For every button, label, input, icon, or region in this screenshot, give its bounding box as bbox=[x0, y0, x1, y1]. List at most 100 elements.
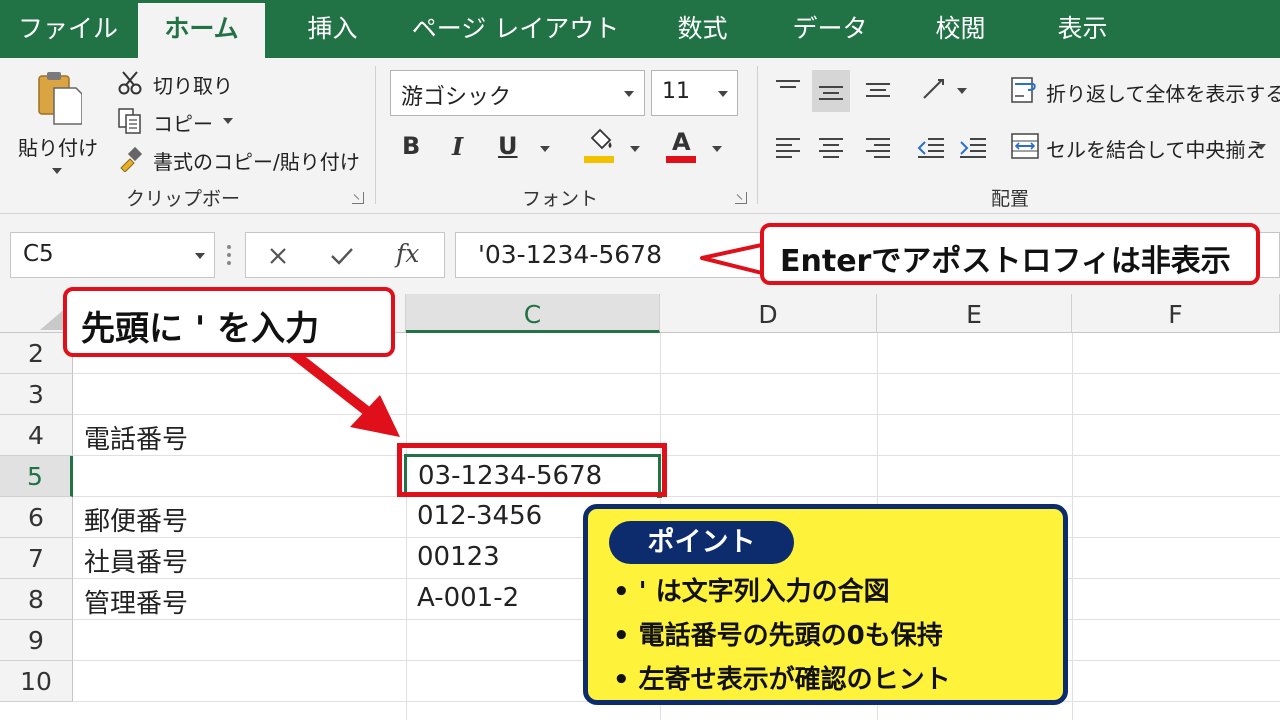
column-header-e[interactable]: E bbox=[877, 294, 1072, 333]
point-item-1: • ' は文字列入力の合図 bbox=[613, 577, 890, 607]
dialog-launcher-icon[interactable] bbox=[735, 192, 747, 204]
point-item-2: • 電話番号の先頭の0も保持 bbox=[613, 621, 943, 651]
ribbon: 貼り付け 切り取り コピー 書式のコピー/貼り付け クリップボー 游ゴシック 1… bbox=[0, 58, 1280, 237]
row-header-7[interactable]: 7 bbox=[0, 538, 73, 579]
formula-buttons: fx bbox=[245, 232, 445, 278]
decrease-indent-icon[interactable] bbox=[916, 136, 946, 160]
gridline bbox=[73, 496, 1280, 497]
gridline bbox=[73, 373, 1280, 374]
orientation-icon[interactable] bbox=[920, 76, 948, 104]
dialog-launcher-icon[interactable] bbox=[352, 192, 364, 204]
name-box-value: C5 bbox=[23, 241, 54, 267]
cancel-icon[interactable] bbox=[268, 246, 288, 266]
chevron-down-icon[interactable] bbox=[540, 146, 550, 152]
align-middle-icon bbox=[819, 86, 843, 100]
font-size-select[interactable]: 11 bbox=[651, 70, 738, 116]
tab-insert[interactable]: 挿入 bbox=[290, 0, 375, 58]
row-header-6[interactable]: 6 bbox=[0, 497, 73, 538]
point-item-3: • 左寄せ表示が確認のヒント bbox=[613, 665, 951, 695]
row-header-3[interactable]: 3 bbox=[0, 374, 73, 415]
tab-formulas[interactable]: 数式 bbox=[660, 0, 745, 58]
chevron-down-icon bbox=[52, 168, 62, 174]
paste-icon bbox=[38, 72, 82, 125]
tab-page-layout[interactable]: ページ レイアウト bbox=[408, 0, 623, 58]
merge-center-button[interactable]: セルを結合して中央揃え bbox=[1008, 130, 1273, 164]
row-header-8[interactable]: 8 bbox=[0, 579, 73, 620]
cell-c6[interactable]: 012-3456 bbox=[417, 501, 542, 531]
chevron-down-icon[interactable] bbox=[957, 88, 967, 94]
cell-b6[interactable]: 郵便番号 bbox=[84, 501, 188, 538]
tab-home[interactable]: ホーム bbox=[138, 3, 265, 58]
copy-label: コピー bbox=[153, 112, 213, 136]
format-painter-label: 書式のコピー/貼り付け bbox=[153, 150, 360, 174]
copy-button[interactable]: コピー bbox=[115, 106, 255, 136]
underline-button[interactable]: U bbox=[498, 132, 518, 160]
formula-callout: Enterでアポストロフィは非表示 bbox=[760, 223, 1260, 285]
copy-icon bbox=[118, 108, 141, 134]
tab-review[interactable]: 校閲 bbox=[918, 0, 1003, 58]
column-header-d[interactable]: D bbox=[660, 294, 877, 333]
group-divider bbox=[375, 66, 376, 204]
row-header-5[interactable]: 5 bbox=[0, 456, 73, 497]
align-middle-button[interactable] bbox=[812, 70, 850, 112]
format-painter-button[interactable]: 書式のコピー/貼り付け bbox=[115, 144, 365, 174]
row-header-10[interactable]: 10 bbox=[0, 661, 73, 702]
column-header-c[interactable]: C bbox=[406, 294, 660, 333]
increase-indent-icon[interactable] bbox=[958, 136, 988, 160]
bold-button[interactable]: B bbox=[402, 132, 420, 160]
cell-b4[interactable]: 電話番号 bbox=[84, 419, 188, 456]
cell-b8[interactable]: 管理番号 bbox=[84, 583, 188, 620]
chevron-down-icon bbox=[718, 91, 728, 97]
tab-data[interactable]: データ bbox=[780, 0, 880, 58]
row-header-4[interactable]: 4 bbox=[0, 415, 73, 456]
paint-bucket-icon bbox=[590, 128, 612, 150]
enter-check-icon[interactable] bbox=[330, 246, 354, 266]
cell-b7[interactable]: 社員番号 bbox=[84, 542, 188, 579]
align-left-icon[interactable] bbox=[774, 136, 802, 160]
italic-button[interactable]: I bbox=[452, 132, 463, 161]
wrap-text-button[interactable]: 折り返して全体を表示する bbox=[1008, 74, 1280, 108]
input-callout: 先頭に ' を入力 bbox=[63, 287, 395, 357]
merge-center-icon bbox=[1011, 133, 1039, 159]
align-right-icon[interactable] bbox=[864, 136, 892, 160]
point-item-3-text: 左寄せ表示が確認のヒント bbox=[638, 665, 951, 695]
cut-button[interactable]: 切り取り bbox=[115, 68, 255, 98]
point-item-2-text: 電話番号の先頭の0も保持 bbox=[638, 621, 943, 651]
align-top-icon[interactable] bbox=[774, 78, 802, 102]
gridline bbox=[73, 455, 1280, 456]
cut-label: 切り取り bbox=[153, 74, 233, 98]
c5-highlight-frame bbox=[397, 443, 667, 497]
align-center-icon[interactable] bbox=[817, 136, 845, 160]
font-group-label: フォント bbox=[521, 188, 598, 210]
fill-color-button[interactable] bbox=[582, 128, 622, 168]
chevron-down-icon[interactable] bbox=[630, 146, 640, 152]
point-box: ポイント • ' は文字列入力の合図 • 電話番号の先頭の0も保持 • 左寄せ表… bbox=[583, 504, 1068, 705]
more-options-icon[interactable] bbox=[226, 244, 232, 266]
menu-bar: ファイル ホーム 挿入 ページ レイアウト 数式 データ 校閲 表示 bbox=[0, 0, 1280, 58]
name-box[interactable]: C5 bbox=[10, 232, 215, 278]
fill-color-bar bbox=[584, 156, 614, 163]
paste-button[interactable]: 貼り付け bbox=[12, 66, 104, 176]
font-color-bar bbox=[666, 156, 696, 163]
format-painter-icon bbox=[120, 146, 143, 172]
tab-file[interactable]: ファイル bbox=[8, 0, 128, 58]
wrap-text-icon bbox=[1011, 77, 1036, 103]
chevron-down-icon bbox=[195, 253, 205, 259]
paste-label: 貼り付け bbox=[18, 136, 98, 160]
cell-c8[interactable]: A-001-2 bbox=[417, 583, 519, 613]
tab-view[interactable]: 表示 bbox=[1040, 0, 1125, 58]
input-callout-text: 先頭に ' を入力 bbox=[81, 309, 320, 349]
cell-c7[interactable]: 00123 bbox=[417, 542, 500, 572]
font-color-button[interactable]: A bbox=[664, 128, 704, 168]
align-bottom-icon[interactable] bbox=[864, 78, 892, 102]
font-name-select[interactable]: 游ゴシック bbox=[390, 70, 645, 116]
merge-center-label: セルを結合して中央揃え bbox=[1046, 138, 1266, 162]
column-header-f[interactable]: F bbox=[1072, 294, 1280, 333]
alignment-group-label: 配置 bbox=[990, 188, 1029, 210]
font-color-letter: A bbox=[672, 128, 691, 156]
row-header-9[interactable]: 9 bbox=[0, 620, 73, 661]
chevron-down-icon[interactable] bbox=[712, 146, 722, 152]
insert-function-button[interactable]: fx bbox=[396, 239, 419, 268]
chevron-down-icon bbox=[223, 118, 233, 124]
font-name-value: 游ゴシック bbox=[401, 85, 512, 110]
